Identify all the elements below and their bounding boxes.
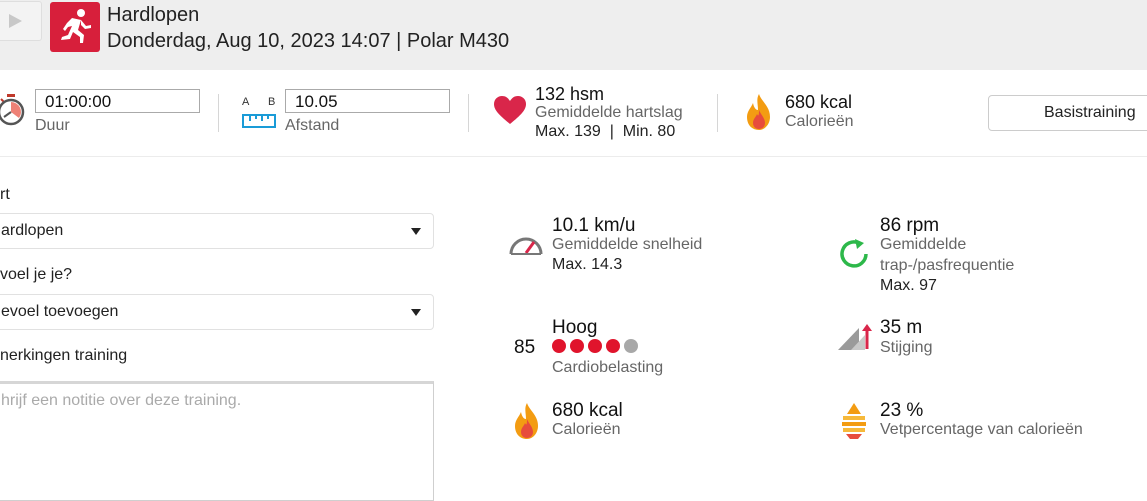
heart-rate-label: Gemiddelde hartslag (535, 104, 683, 121)
speed-max: Max. 14.3 (552, 256, 623, 273)
play-icon (9, 14, 22, 28)
cadence-icon (837, 238, 871, 270)
speed-value: 10.1 km/u (552, 215, 636, 236)
fat-drop-icon (840, 402, 868, 440)
calories-stat-value: 680 kcal (552, 400, 623, 421)
cardio-level-dot (624, 339, 638, 353)
chevron-down-icon (411, 309, 421, 316)
divider (717, 94, 718, 132)
divider (218, 94, 219, 132)
ascent-icon (837, 323, 873, 351)
cadence-label: Gemiddelde (880, 236, 967, 253)
cadence-value: 86 rpm (880, 215, 940, 236)
chevron-down-icon (411, 228, 421, 235)
flame-icon (512, 402, 542, 440)
duration-input[interactable]: 01:00:00 (35, 89, 200, 113)
fat-label: Vetpercentage van calorieën (880, 421, 1083, 438)
page-title: Hardlopen (107, 4, 200, 26)
running-person-icon (50, 2, 100, 52)
cardio-level-dot (552, 339, 566, 353)
cardio-label: Cardiobelasting (552, 359, 664, 376)
calories-value: 680 kcal (785, 92, 853, 112)
feeling-select[interactable]: evoel toevoegen (0, 294, 434, 330)
flame-icon (744, 93, 774, 131)
cardio-level-dots (552, 339, 642, 355)
activity-subtitle: Donderdag, Aug 10, 2023 14:07 | Polar M4… (107, 30, 510, 52)
point-a-label: A (242, 96, 250, 108)
notes-placeholder: hrijf een notitie over deze training. (1, 392, 242, 409)
cardio-level-dot (570, 339, 584, 353)
cardio-level-dot (606, 339, 620, 353)
cardio-value: Hoog (552, 317, 598, 338)
sport-select-value: ardlopen (1, 222, 64, 239)
calories-stat-label: Calorieën (552, 421, 621, 438)
stopwatch-icon (0, 93, 27, 127)
notes-textarea[interactable]: hrijf een notitie over deze training. (0, 381, 434, 501)
feeling-select-value: evoel toevoegen (1, 303, 119, 320)
distance-label: Afstand (285, 117, 340, 134)
cadence-max: Max. 97 (880, 277, 937, 294)
sport-label: rt (0, 186, 10, 203)
cardio-score: 85 (514, 337, 536, 358)
feeling-label: voel je je? (0, 266, 73, 283)
heart-rate-minmax: Max. 139 | Min. 80 (535, 123, 676, 140)
sport-select[interactable]: ardlopen (0, 213, 434, 249)
ascent-value: 35 m (880, 317, 923, 338)
heart-rate-value: 132 hsm (535, 84, 605, 104)
ruler-icon (242, 113, 276, 129)
divider (468, 94, 469, 132)
speedometer-icon (509, 232, 543, 256)
notes-label: nerkingen training (0, 347, 128, 364)
distance-input[interactable]: 10.05 (285, 89, 450, 113)
calories-label: Calorieën (785, 113, 854, 130)
play-button[interactable] (0, 1, 42, 41)
cardio-level-dot (588, 339, 602, 353)
duration-label: Duur (35, 117, 70, 134)
heart-icon (493, 95, 527, 125)
fat-value: 23 % (880, 400, 924, 421)
training-benefit-button[interactable]: Basistraining (988, 95, 1147, 131)
cadence-label-2: trap-/pasfrequentie (880, 257, 1015, 274)
point-b-label: B (268, 96, 276, 108)
speed-label: Gemiddelde snelheid (552, 236, 703, 253)
separator (0, 156, 1147, 157)
ascent-label: Stijging (880, 339, 933, 356)
